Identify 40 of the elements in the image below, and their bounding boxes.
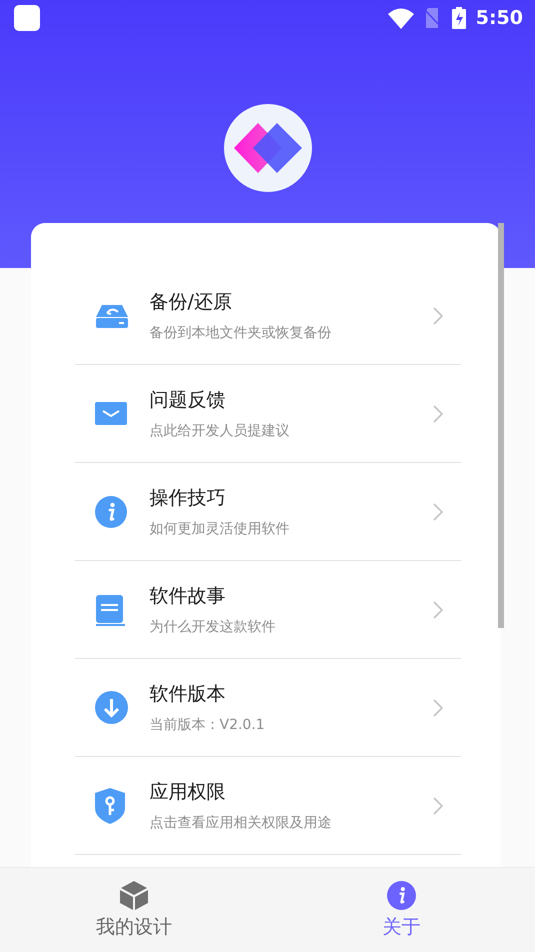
menu-item[interactable]: 备份/还原 备份到本地文件夹或恢复备份 — [74, 267, 460, 365]
shield-icon — [94, 788, 124, 824]
item-title: 操作技巧 — [150, 486, 226, 511]
item-title: 软件故事 — [150, 584, 226, 609]
download-icon — [94, 691, 128, 724]
menu-item[interactable]: 软件故事 为什么开发这款软件 — [74, 561, 460, 659]
drive-icon — [94, 302, 128, 328]
chevron-icon — [432, 502, 442, 520]
item-subtitle: 当前版本：V2.0.1 — [150, 716, 266, 734]
item-subtitle: 点击查看应用相关权限及用途 — [150, 814, 332, 832]
item-subtitle: 备份到本地文件夹或恢复备份 — [150, 324, 332, 342]
tab-label: 关于 — [382, 914, 420, 940]
chevron-icon — [432, 796, 442, 814]
menu-item[interactable]: 软件版本 当前版本：V2.0.1 — [74, 659, 460, 757]
chevron-icon — [432, 698, 442, 716]
info-icon — [386, 880, 416, 910]
info-icon — [94, 496, 126, 528]
book-icon — [94, 594, 124, 626]
chevron-icon — [432, 404, 442, 422]
cube-icon — [120, 880, 148, 910]
menu-item[interactable]: 问题反馈 点此给开发人员提建议 — [74, 365, 460, 463]
menu-item[interactable]: 操作技巧 如何更加灵活使用软件 — [74, 463, 460, 561]
mail-icon — [94, 402, 126, 425]
nav-tab[interactable]: 我的设计 — [0, 868, 268, 952]
item-title: 备份/还原 — [150, 290, 233, 315]
item-subtitle: 为什么开发这款软件 — [150, 618, 276, 636]
chevron-icon — [432, 306, 442, 324]
item-title: 软件版本 — [150, 682, 226, 707]
wifi-icon — [388, 8, 414, 28]
tab-label: 我的设计 — [96, 914, 172, 940]
item-subtitle: 点此给开发人员提建议 — [150, 422, 290, 440]
battery-charging-icon — [452, 7, 466, 29]
nav-tab[interactable]: 关于 — [268, 868, 535, 952]
menu-item[interactable]: 应用权限 点击查看应用相关权限及用途 — [74, 757, 460, 855]
item-title: 应用权限 — [150, 780, 226, 805]
item-subtitle: 如何更加灵活使用软件 — [150, 520, 290, 538]
notification-icon — [14, 5, 40, 31]
item-title: 问题反馈 — [150, 388, 226, 413]
chevron-icon — [432, 600, 442, 618]
status-time: 5:50 — [476, 7, 523, 29]
